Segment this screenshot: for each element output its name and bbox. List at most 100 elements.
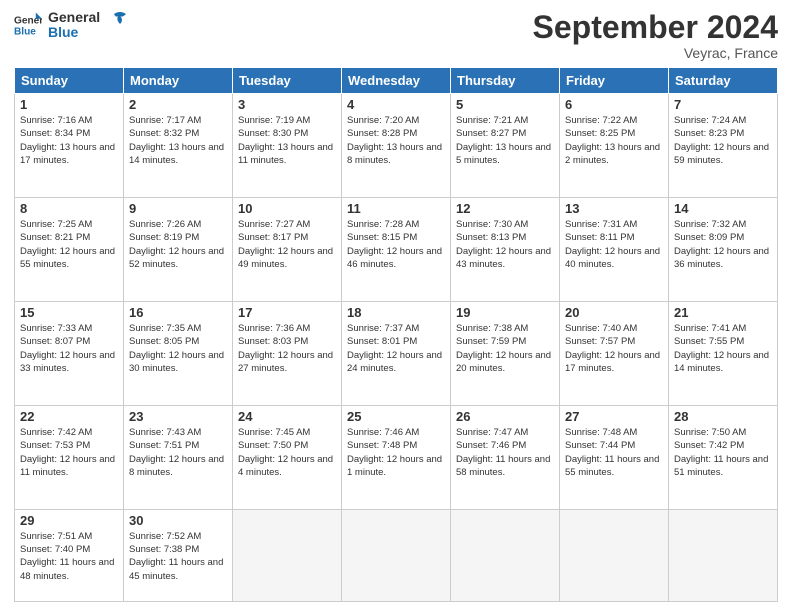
weekday-header-cell: Friday — [560, 68, 669, 94]
logo: General Blue General Blue — [14, 10, 128, 41]
calendar-day-cell: 4Sunrise: 7:20 AMSunset: 8:28 PMDaylight… — [342, 94, 451, 198]
day-number: 8 — [20, 201, 118, 216]
weekday-header-cell: Thursday — [451, 68, 560, 94]
day-info: Sunrise: 7:20 AMSunset: 8:28 PMDaylight:… — [347, 114, 445, 167]
day-info: Sunrise: 7:37 AMSunset: 8:01 PMDaylight:… — [347, 322, 445, 375]
calendar-day-cell: 6 Sunrise: 7:22 AMSunset: 8:25 PMDaylight… — [560, 94, 669, 198]
calendar-day-cell: 20 Sunrise: 7:40 AMSunset: 7:57 PMDayligh… — [560, 302, 669, 406]
weekday-header-row: SundayMondayTuesdayWednesdayThursdayFrid… — [15, 68, 778, 94]
location-subtitle: Veyrac, France — [533, 45, 778, 61]
calendar-day-cell: 3 Sunrise: 7:19 AMSunset: 8:30 PMDaylight… — [233, 94, 342, 198]
calendar-day-cell: 7Sunrise: 7:24 AMSunset: 8:23 PMDaylight… — [669, 94, 778, 198]
weekday-header-cell: Tuesday — [233, 68, 342, 94]
calendar-week-row: 15 Sunrise: 7:33 AMSunset: 8:07 PMDayligh… — [15, 302, 778, 406]
day-number: 28 — [674, 409, 772, 424]
day-info: Sunrise: 7:25 AMSunset: 8:21 PMDaylight:… — [20, 218, 118, 271]
calendar-day-cell: 28 Sunrise: 7:50 AMSunset: 7:42 PMDayligh… — [669, 405, 778, 509]
day-info: Sunrise: 7:22 AMSunset: 8:25 PMDaylight:… — [565, 114, 663, 167]
day-number: 19 — [456, 305, 554, 320]
calendar-day-cell: 19 Sunrise: 7:38 AMSunset: 7:59 PMDayligh… — [451, 302, 560, 406]
day-number: 9 — [129, 201, 227, 216]
day-info: Sunrise: 7:33 AMSunset: 8:07 PMDaylight:… — [20, 322, 118, 375]
day-number: 26 — [456, 409, 554, 424]
day-info: Sunrise: 7:48 AMSunset: 7:44 PMDaylight:… — [565, 426, 663, 479]
day-info: Sunrise: 7:21 AMSunset: 8:27 PMDaylight:… — [456, 114, 554, 167]
calendar-day-cell: 25 Sunrise: 7:46 AMSunset: 7:48 PMDayligh… — [342, 405, 451, 509]
calendar-day-cell: 21Sunrise: 7:41 AMSunset: 7:55 PMDayligh… — [669, 302, 778, 406]
calendar-day-cell — [342, 509, 451, 601]
day-number: 5 — [456, 97, 554, 112]
calendar-day-cell — [233, 509, 342, 601]
day-number: 3 — [238, 97, 336, 112]
day-info: Sunrise: 7:26 AMSunset: 8:19 PMDaylight:… — [129, 218, 227, 271]
day-info: Sunrise: 7:17 AMSunset: 8:32 PMDaylight:… — [129, 114, 227, 167]
day-info: Sunrise: 7:40 AMSunset: 7:57 PMDaylight:… — [565, 322, 663, 375]
day-info: Sunrise: 7:32 AMSunset: 8:09 PMDaylight:… — [674, 218, 772, 271]
calendar-day-cell: 22 Sunrise: 7:42 AMSunset: 7:53 PMDayligh… — [15, 405, 124, 509]
day-info: Sunrise: 7:52 AMSunset: 7:38 PMDaylight:… — [129, 530, 227, 583]
day-number: 11 — [347, 201, 445, 216]
day-info: Sunrise: 7:43 AMSunset: 7:51 PMDaylight:… — [129, 426, 227, 479]
calendar-day-cell: 24 Sunrise: 7:45 AMSunset: 7:50 PMDayligh… — [233, 405, 342, 509]
calendar-day-cell: 8 Sunrise: 7:25 AMSunset: 8:21 PMDaylight… — [15, 198, 124, 302]
day-number: 13 — [565, 201, 663, 216]
calendar-day-cell — [669, 509, 778, 601]
day-info: Sunrise: 7:46 AMSunset: 7:48 PMDaylight:… — [347, 426, 445, 479]
calendar-week-row: 29 Sunrise: 7:51 AMSunset: 7:40 PMDayligh… — [15, 509, 778, 601]
day-info: Sunrise: 7:50 AMSunset: 7:42 PMDaylight:… — [674, 426, 772, 479]
calendar-day-cell: 23 Sunrise: 7:43 AMSunset: 7:51 PMDayligh… — [124, 405, 233, 509]
day-number: 24 — [238, 409, 336, 424]
calendar-day-cell: 9 Sunrise: 7:26 AMSunset: 8:19 PMDaylight… — [124, 198, 233, 302]
day-info: Sunrise: 7:47 AMSunset: 7:46 PMDaylight:… — [456, 426, 554, 479]
calendar-day-cell: 17 Sunrise: 7:36 AMSunset: 8:03 PMDayligh… — [233, 302, 342, 406]
calendar-day-cell — [560, 509, 669, 601]
weekday-header-cell: Saturday — [669, 68, 778, 94]
day-info: Sunrise: 7:16 AMSunset: 8:34 PMDaylight:… — [20, 114, 118, 167]
day-number: 29 — [20, 513, 118, 528]
calendar-week-row: 8 Sunrise: 7:25 AMSunset: 8:21 PMDaylight… — [15, 198, 778, 302]
day-number: 22 — [20, 409, 118, 424]
calendar-day-cell: 30 Sunrise: 7:52 AMSunset: 7:38 PMDayligh… — [124, 509, 233, 601]
day-info: Sunrise: 7:27 AMSunset: 8:17 PMDaylight:… — [238, 218, 336, 271]
day-number: 23 — [129, 409, 227, 424]
day-number: 16 — [129, 305, 227, 320]
calendar-day-cell: 2 Sunrise: 7:17 AMSunset: 8:32 PMDaylight… — [124, 94, 233, 198]
title-area: September 2024 Veyrac, France — [533, 10, 778, 61]
day-info: Sunrise: 7:36 AMSunset: 8:03 PMDaylight:… — [238, 322, 336, 375]
day-number: 14 — [674, 201, 772, 216]
calendar-table: SundayMondayTuesdayWednesdayThursdayFrid… — [14, 67, 778, 602]
calendar-day-cell — [451, 509, 560, 601]
calendar-day-cell: 12Sunrise: 7:30 AMSunset: 8:13 PMDayligh… — [451, 198, 560, 302]
day-info: Sunrise: 7:51 AMSunset: 7:40 PMDaylight:… — [20, 530, 118, 583]
day-info: Sunrise: 7:28 AMSunset: 8:15 PMDaylight:… — [347, 218, 445, 271]
calendar-day-cell: 10 Sunrise: 7:27 AMSunset: 8:17 PMDayligh… — [233, 198, 342, 302]
day-number: 15 — [20, 305, 118, 320]
day-info: Sunrise: 7:19 AMSunset: 8:30 PMDaylight:… — [238, 114, 336, 167]
day-number: 30 — [129, 513, 227, 528]
calendar-day-cell: 11 Sunrise: 7:28 AMSunset: 8:15 PMDayligh… — [342, 198, 451, 302]
day-number: 17 — [238, 305, 336, 320]
day-info: Sunrise: 7:24 AMSunset: 8:23 PMDaylight:… — [674, 114, 772, 167]
calendar-day-cell: 27Sunrise: 7:48 AMSunset: 7:44 PMDayligh… — [560, 405, 669, 509]
day-info: Sunrise: 7:30 AMSunset: 8:13 PMDaylight:… — [456, 218, 554, 271]
logo-general: General — [48, 10, 100, 25]
header: General Blue General Blue September 2024… — [14, 10, 778, 61]
day-info: Sunrise: 7:45 AMSunset: 7:50 PMDaylight:… — [238, 426, 336, 479]
day-info: Sunrise: 7:42 AMSunset: 7:53 PMDaylight:… — [20, 426, 118, 479]
day-number: 20 — [565, 305, 663, 320]
calendar-day-cell: 18Sunrise: 7:37 AMSunset: 8:01 PMDayligh… — [342, 302, 451, 406]
svg-text:Blue: Blue — [14, 27, 36, 38]
calendar-week-row: 1Sunrise: 7:16 AMSunset: 8:34 PMDaylight… — [15, 94, 778, 198]
calendar-week-row: 22 Sunrise: 7:42 AMSunset: 7:53 PMDayligh… — [15, 405, 778, 509]
day-info: Sunrise: 7:35 AMSunset: 8:05 PMDaylight:… — [129, 322, 227, 375]
calendar-day-cell: 13Sunrise: 7:31 AMSunset: 8:11 PMDayligh… — [560, 198, 669, 302]
day-info: Sunrise: 7:41 AMSunset: 7:55 PMDaylight:… — [674, 322, 772, 375]
calendar-body: 1Sunrise: 7:16 AMSunset: 8:34 PMDaylight… — [15, 94, 778, 602]
day-number: 2 — [129, 97, 227, 112]
weekday-header-cell: Sunday — [15, 68, 124, 94]
calendar-day-cell: 29 Sunrise: 7:51 AMSunset: 7:40 PMDayligh… — [15, 509, 124, 601]
day-number: 6 — [565, 97, 663, 112]
day-number: 25 — [347, 409, 445, 424]
day-number: 10 — [238, 201, 336, 216]
day-info: Sunrise: 7:38 AMSunset: 7:59 PMDaylight:… — [456, 322, 554, 375]
